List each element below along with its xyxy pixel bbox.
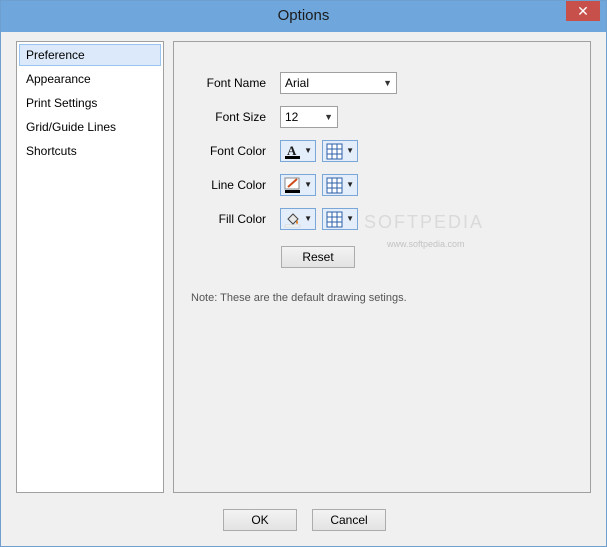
window-title: Options	[277, 7, 330, 24]
fill-color-icon	[284, 213, 301, 228]
preference-panel: SOFTPEDIA www.softpedia.com Font Name Ar…	[173, 41, 591, 493]
line-color-icon	[284, 177, 300, 193]
sidebar-item-preference[interactable]: Preference	[19, 44, 161, 66]
category-list: Preference Appearance Print Settings Gri…	[16, 41, 164, 493]
watermark: SOFTPEDIA	[364, 212, 485, 232]
font-name-select[interactable]: Arial ▼	[280, 72, 397, 94]
font-color-grid-picker[interactable]: ▼	[322, 140, 358, 162]
dropdown-arrow-icon: ▼	[346, 146, 354, 155]
dropdown-arrow-icon: ▼	[304, 214, 312, 223]
sidebar-item-grid-guide-lines[interactable]: Grid/Guide Lines	[19, 116, 161, 138]
dropdown-arrow-icon: ▼	[346, 180, 354, 189]
options-window: Options ✕ Preference Appearance Print Se…	[0, 0, 607, 547]
chevron-down-icon: ▼	[324, 112, 333, 122]
sidebar-item-appearance[interactable]: Appearance	[19, 68, 161, 90]
line-color-picker[interactable]: ▼	[280, 174, 316, 196]
ok-button[interactable]: OK	[223, 509, 297, 531]
client-area: Preference Appearance Print Settings Gri…	[8, 32, 599, 540]
svg-text:A: A	[287, 143, 297, 158]
line-color-grid-picker[interactable]: ▼	[322, 174, 358, 196]
color-grid-icon	[326, 143, 343, 160]
close-button[interactable]: ✕	[566, 1, 600, 21]
watermark-url: www.softpedia.com	[387, 239, 465, 249]
font-name-value: Arial	[285, 76, 310, 90]
sidebar-item-print-settings[interactable]: Print Settings	[19, 92, 161, 114]
font-color-picker[interactable]: A ▼	[280, 140, 316, 162]
font-color-icon: A	[285, 143, 300, 159]
font-size-label: Font Size	[215, 110, 266, 124]
sidebar-item-shortcuts[interactable]: Shortcuts	[19, 140, 161, 162]
font-size-value: 12	[285, 110, 299, 124]
fill-color-grid-picker[interactable]: ▼	[322, 208, 358, 230]
default-settings-note: Note: These are the default drawing seti…	[191, 292, 407, 304]
cancel-button[interactable]: Cancel	[312, 509, 386, 531]
dropdown-arrow-icon: ▼	[304, 146, 312, 155]
color-grid-icon	[326, 211, 343, 228]
font-size-select[interactable]: 12 ▼	[280, 106, 338, 128]
line-color-label: Line Color	[211, 178, 266, 192]
fill-color-picker[interactable]: ▼	[280, 208, 316, 230]
dropdown-arrow-icon: ▼	[304, 180, 312, 189]
fill-color-label: Fill Color	[218, 212, 266, 226]
reset-button[interactable]: Reset	[281, 246, 355, 268]
chevron-down-icon: ▼	[383, 78, 392, 88]
title-bar[interactable]: Options ✕	[1, 1, 606, 32]
font-color-label: Font Color	[209, 144, 266, 158]
color-grid-icon	[326, 177, 343, 194]
font-name-label: Font Name	[206, 76, 266, 90]
dropdown-arrow-icon: ▼	[346, 214, 354, 223]
